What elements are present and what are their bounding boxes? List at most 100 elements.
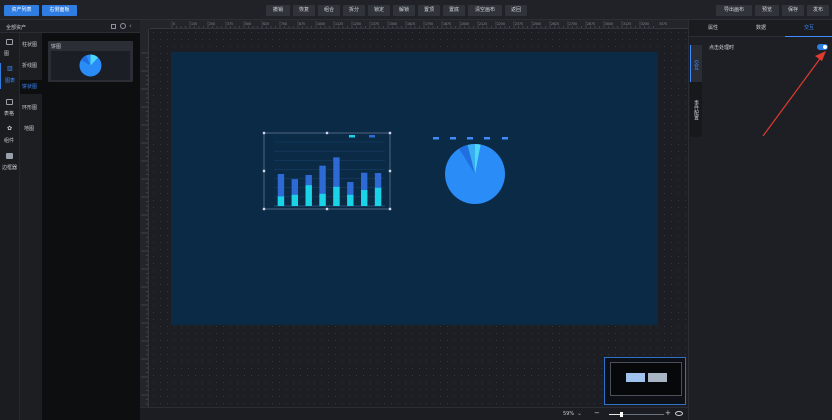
side-tab-interaction[interactable]: 交互 [690,45,702,85]
vertical-ruler [140,29,149,407]
bar-series-2 [333,186,340,206]
ruler-tick-label: 3125 [623,22,631,26]
pie-legend-swatch [450,137,456,140]
ruler-tick-label: 0 [173,22,175,26]
search-icon[interactable] [120,23,126,29]
zoom-slider[interactable] [609,412,664,417]
tab-data[interactable]: 数据 [737,20,785,37]
bar-series-2 [347,194,354,206]
bar-series-2 [291,194,299,206]
asset-type-chart[interactable]: 图 [0,36,20,62]
clear-canvas-button[interactable]: 清空画布 [468,5,502,16]
unlock-button[interactable]: 解锁 [393,5,415,16]
asset-type-label: 表格 [4,111,15,117]
zoom-out-button[interactable]: − [594,409,600,417]
undo-button[interactable]: 撤销 [266,5,290,16]
ruler-tick-label: 625 [263,22,269,26]
ruler-tick-label: 1625 [407,22,415,26]
category-column: 柱状图 折线图 饼状图 环形图 地图 [20,33,42,420]
asset-type-border[interactable]: 边框器 [0,150,20,176]
table-icon [6,99,13,105]
asset-list: 饼图 [42,33,140,420]
ruler-tick-label: 1750 [425,22,433,26]
collapse-icon[interactable] [111,24,116,29]
category-label: 折线图 [22,63,38,69]
category-ring[interactable]: 环形图 [20,101,42,115]
resize-handle[interactable] [388,207,392,211]
zoom-value[interactable]: 59% [563,411,574,417]
left-panel-header: 全部资产 ‹ [0,20,140,33]
bottom-bar: 59% ⌄ − + [140,407,688,420]
publish-button[interactable]: 发布 [807,5,829,16]
asset-type-label: 图表 [5,78,16,84]
back-button[interactable]: 返回 [505,5,527,16]
pie-legend-swatch [484,137,490,140]
bar-series-2 [305,185,312,206]
asset-type-chart-active[interactable]: ▥ 图表 [0,63,20,89]
group-button[interactable]: 组合 [318,5,340,16]
side-tab-events[interactable]: 事件配置 [690,82,702,137]
ruler-tick-label: 1250 [353,22,361,26]
preview-button[interactable]: 预览 [755,5,779,16]
pie-legend-swatch [502,137,508,140]
tab-properties[interactable]: 属性 [689,20,737,37]
asset-type-label: 边框器 [2,165,18,171]
tab-interaction[interactable]: 交互 [785,20,832,37]
lock-button[interactable]: 锁定 [368,5,390,16]
left-panel: 全部资产 ‹ 图 ▥ 图表 表格 ✿ 组件 边框器 柱状图 折线图 饼状图 环形… [0,20,140,420]
send-back-button[interactable]: 置底 [443,5,465,16]
export-canvas-button[interactable]: 导出画布 [716,5,752,16]
asset-card-thumbnail [51,51,130,80]
ruler-tick-label: 2375 [515,22,523,26]
category-label: 柱状图 [22,42,38,48]
design-canvas[interactable] [171,52,658,325]
ruler-tick-label: 3375 [659,22,667,26]
border-icon [6,153,13,159]
category-label: 环形图 [22,105,38,111]
category-map[interactable]: 地图 [20,122,42,136]
click-toggle-knob [823,45,827,49]
click-toggle[interactable] [817,44,828,50]
ruler-tick-label: 2750 [569,22,577,26]
asset-type-column: 图 ▥ 图表 表格 ✿ 组件 边框器 [0,33,20,420]
click-setting-label: 点击处理时 [709,45,735,51]
resize-handle[interactable] [262,131,266,135]
bar-series-2 [374,187,382,206]
ruler-corner [140,20,150,29]
zoom-in-button[interactable]: + [665,409,671,417]
resize-handle[interactable] [325,131,329,135]
asset-list-button[interactable]: 资产列表 [4,5,39,16]
ruler-tick-label: 1000 [317,22,325,26]
asset-type-component[interactable]: ✿ 组件 [0,123,20,149]
resize-handle[interactable] [325,207,329,211]
resize-handle[interactable] [388,131,392,135]
bar-chart-icon: ▥ [7,65,13,72]
resize-handle[interactable] [262,207,266,211]
category-bar[interactable]: 柱状图 [20,38,42,52]
asset-card-pie[interactable]: 饼图 [48,41,133,82]
bring-front-button[interactable]: 置顶 [418,5,440,16]
category-pie[interactable]: 饼状图 [20,80,42,94]
ruler-tick-label: 3250 [641,22,649,26]
bar-legend-swatch [369,135,375,138]
right-panel-tabs: 属性 数据 交互 [689,20,832,37]
ruler-tick-label: 375 [227,22,233,26]
category-line[interactable]: 折线图 [20,59,42,73]
asset-type-table[interactable]: 表格 [0,96,20,122]
zoom-slider-handle[interactable] [620,412,623,417]
redo-button[interactable]: 恢复 [293,5,315,16]
eye-icon[interactable] [675,411,683,416]
right-panel-button[interactable]: 右侧面板 [42,5,77,16]
ruler-tick-label: 500 [245,22,251,26]
resize-handle[interactable] [388,169,392,173]
ungroup-button[interactable]: 拆分 [343,5,365,16]
chevron-left-icon[interactable]: ‹ [129,22,132,30]
bar-series-2 [319,193,326,206]
minimap[interactable] [604,357,686,405]
save-button[interactable]: 保存 [782,5,804,16]
horizontal-ruler: 0 130 250 375 500 625 750 875 1000 1125 1250 1375 15… [150,20,688,29]
minimap-viewport[interactable] [610,362,682,396]
chevron-down-icon[interactable]: ⌄ [577,410,582,417]
resize-handle[interactable] [262,169,266,173]
ruler-tick-label: 2625 [551,22,559,26]
